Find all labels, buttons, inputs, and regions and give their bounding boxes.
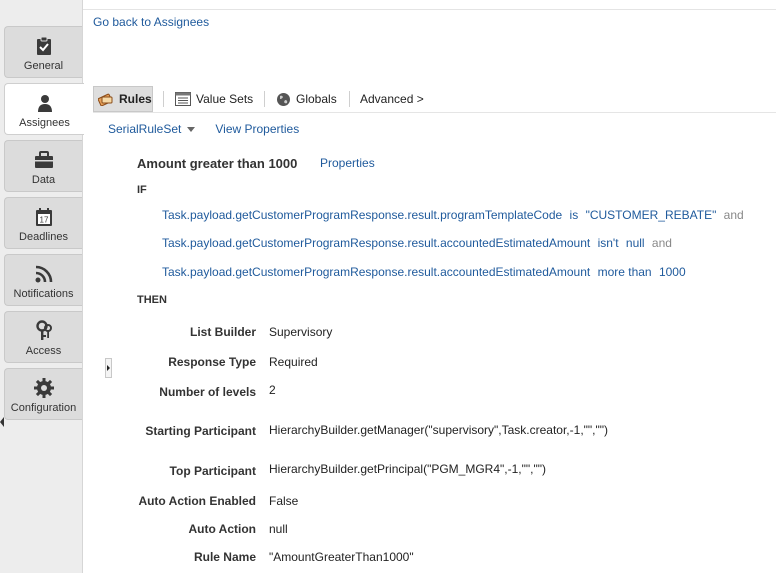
vertical-tab-rail: General Assignees Data 17 Deadlines Noti… — [0, 0, 84, 573]
tab-label: Access — [25, 345, 62, 357]
condition-term[interactable]: Task.payload.getCustomerProgramResponse.… — [162, 208, 562, 222]
go-back-link[interactable]: Go back to Assignees — [93, 15, 209, 29]
condition-row[interactable]: Task.payload.getCustomerProgramResponse.… — [162, 236, 672, 250]
action-label: Response Type — [168, 355, 256, 369]
svg-text:17: 17 — [39, 216, 48, 225]
separator — [349, 91, 350, 107]
gear-icon — [5, 377, 82, 399]
globals-label: Globals — [296, 92, 337, 106]
tab-access[interactable]: Access — [4, 311, 82, 363]
action-value[interactable]: null — [269, 522, 288, 536]
advanced-button[interactable]: Advanced > — [360, 86, 424, 112]
condition-operator[interactable]: isn't — [598, 236, 619, 250]
globe-icon — [276, 92, 291, 107]
tab-notifications[interactable]: Notifications — [4, 254, 82, 306]
ruleset-selector[interactable]: SerialRuleSet — [108, 122, 181, 136]
condition-operator[interactable]: is — [570, 208, 579, 222]
main-content: Go back to Assignees Rules Value Sets Gl… — [83, 0, 776, 573]
if-label: IF — [137, 184, 147, 196]
tab-label: Assignees — [19, 117, 70, 129]
tab-label: Data — [31, 174, 56, 186]
rules-toolbar: Rules Value Sets Globals Advanced > — [93, 86, 776, 113]
rule-title: Amount greater than 1000 — [137, 156, 298, 171]
separator — [163, 91, 164, 107]
action-label: Auto Action Enabled — [138, 494, 256, 508]
condition-operator[interactable]: more than — [598, 265, 652, 279]
condition-term[interactable]: Task.payload.getCustomerProgramResponse.… — [162, 236, 590, 250]
rule-properties-link[interactable]: Properties — [320, 156, 375, 170]
tab-assignees[interactable]: Assignees — [4, 83, 84, 135]
condition-conjunction[interactable]: and — [652, 236, 672, 250]
action-label: Number of levels — [159, 385, 256, 399]
person-icon — [5, 92, 84, 114]
action-value[interactable]: HierarchyBuilder.getPrincipal("PGM_MGR4"… — [269, 462, 546, 476]
tab-label: Deadlines — [19, 231, 68, 243]
condition-term[interactable]: Task.payload.getCustomerProgramResponse.… — [162, 265, 590, 279]
tab-label: General — [23, 60, 64, 72]
divider — [83, 9, 776, 10]
globals-button[interactable]: Globals — [276, 86, 337, 112]
tab-label: Notifications — [13, 288, 74, 300]
action-value[interactable]: Required — [269, 355, 318, 369]
tab-general[interactable]: General — [4, 26, 82, 78]
tab-data[interactable]: Data — [4, 140, 82, 192]
calendar-icon: 17 — [5, 206, 82, 228]
advanced-label: Advanced > — [360, 92, 424, 106]
separator — [264, 91, 265, 107]
rss-icon — [5, 263, 82, 285]
action-label: Starting Participant — [145, 424, 256, 438]
table-icon — [175, 92, 191, 106]
action-value[interactable]: False — [269, 494, 298, 508]
collapse-arrow-icon[interactable] — [0, 417, 4, 427]
tab-label: Configuration — [10, 402, 77, 414]
action-value[interactable]: "AmountGreaterThan1000" — [269, 550, 414, 564]
ruleset-bar: SerialRuleSet View Properties — [108, 122, 299, 136]
tab-configuration[interactable]: Configuration — [4, 368, 82, 420]
chevron-down-icon[interactable] — [187, 126, 196, 132]
action-label: Auto Action — [188, 522, 256, 536]
then-label: THEN — [137, 294, 167, 306]
action-label: Rule Name — [193, 550, 256, 564]
condition-row[interactable]: Task.payload.getCustomerProgramResponse.… — [162, 208, 744, 222]
condition-row[interactable]: Task.payload.getCustomerProgramResponse.… — [162, 265, 686, 279]
action-value[interactable]: HierarchyBuilder.getManager("supervisory… — [269, 423, 608, 437]
keys-icon — [5, 320, 82, 342]
rules-label: Rules — [119, 92, 152, 106]
tab-deadlines[interactable]: 17 Deadlines — [4, 197, 82, 249]
view-properties-link[interactable]: View Properties — [215, 122, 299, 136]
condition-value[interactable]: "CUSTOMER_REBATE" — [586, 208, 717, 222]
action-label: List Builder — [189, 325, 256, 339]
condition-conjunction[interactable]: and — [724, 208, 744, 222]
condition-value[interactable]: null — [626, 236, 645, 250]
value-sets-label: Value Sets — [196, 92, 254, 106]
condition-value[interactable]: 1000 — [659, 265, 686, 279]
value-sets-button[interactable]: Value Sets — [175, 86, 253, 112]
rules-button[interactable]: Rules — [93, 86, 153, 112]
action-value[interactable]: Supervisory — [269, 325, 332, 339]
rules-icon — [98, 92, 114, 106]
clipboard-check-icon — [5, 35, 82, 57]
action-value[interactable]: 2 — [269, 383, 276, 397]
briefcase-icon — [5, 149, 82, 171]
action-label: Top Participant — [169, 464, 256, 478]
